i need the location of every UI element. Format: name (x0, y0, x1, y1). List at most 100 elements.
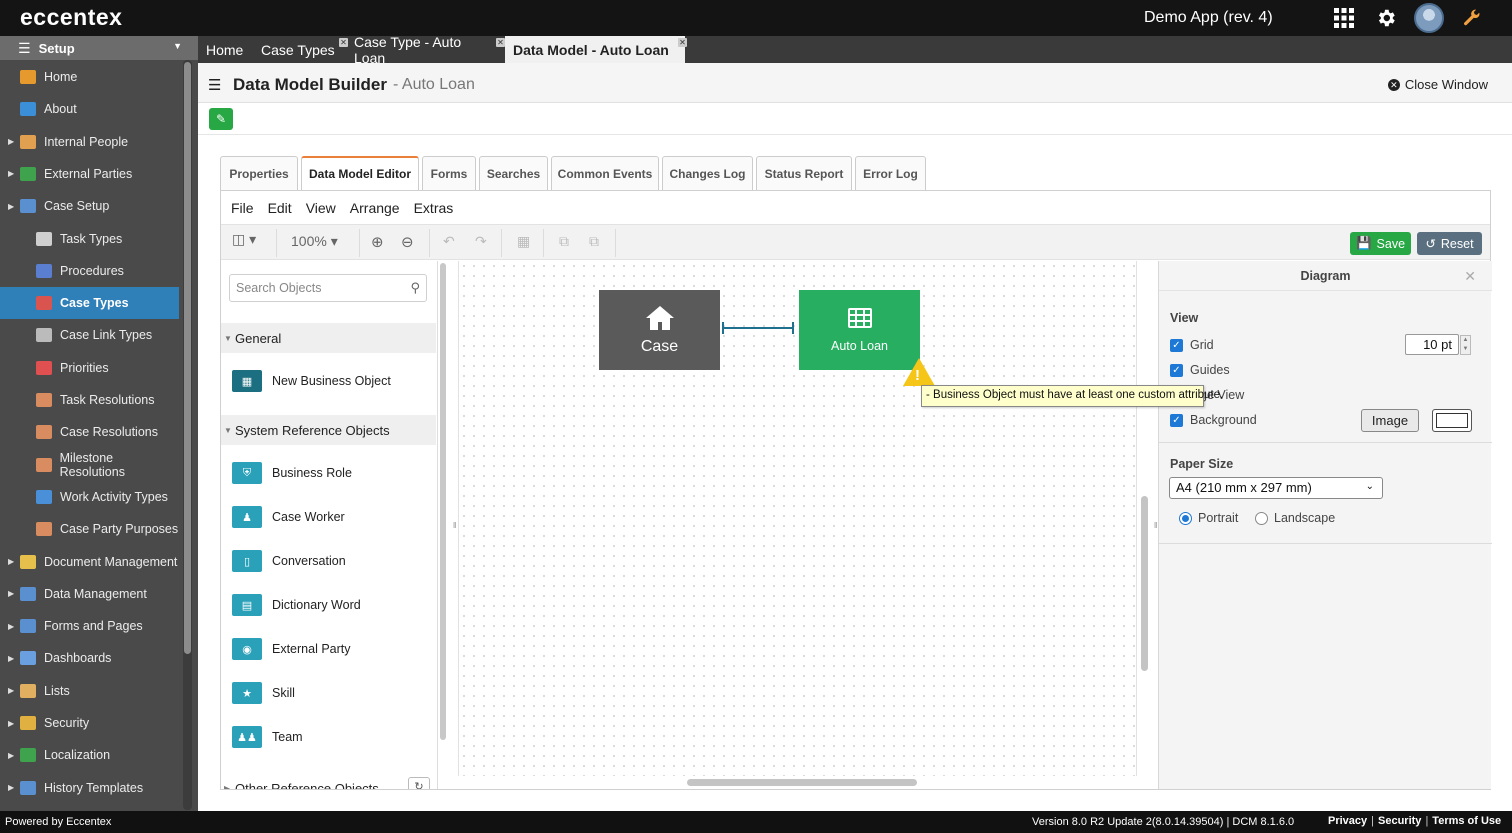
sidebar-item-case-link-types[interactable]: Case Link Types (0, 319, 179, 351)
search-objects-input[interactable]: Search Objects ⚲ (229, 274, 427, 302)
delete-icon[interactable]: ▦ (517, 233, 530, 250)
palette-section-system-reference-objects[interactable]: ▼ System Reference Objects (221, 415, 436, 445)
sidebar-item-internal-people[interactable]: ▶ Internal People (0, 126, 179, 158)
sidebar-item-history-templates[interactable]: ▶ History Templates (0, 772, 179, 804)
palette-section-other-reference-objects[interactable]: ▶ Other Reference Objects ↻ (221, 773, 436, 789)
background-checkbox[interactable]: ✓ Background (1170, 413, 1257, 427)
menu-extras[interactable]: Extras (414, 200, 454, 216)
diagram-canvas[interactable]: Case Auto Loan ! - Business Object must … (458, 261, 1223, 776)
sidebar-header[interactable]: ☰ Setup ▼ (0, 36, 198, 60)
guides-checkbox[interactable]: ✓ Guides (1170, 363, 1230, 377)
security-link[interactable]: Security (1378, 815, 1421, 827)
grid-apps-icon[interactable] (1330, 4, 1358, 32)
zoom-in-icon[interactable]: ⊕ (371, 233, 384, 251)
grid-checkbox[interactable]: ✓ Grid (1170, 338, 1214, 352)
brand-logo[interactable]: eccentex (20, 4, 122, 31)
sidebar-item-case-setup[interactable]: ▶ Case Setup (0, 190, 179, 222)
menu-file[interactable]: File (231, 200, 254, 216)
close-icon[interactable]: ✕ (678, 38, 687, 47)
tab-error-log[interactable]: Error Log (855, 156, 926, 190)
palette-item-case-worker[interactable]: ♟ Case Worker (221, 497, 436, 537)
close-icon[interactable]: ✕ (1464, 268, 1476, 285)
palette-item-team[interactable]: ♟♟ Team (221, 717, 436, 757)
chevron-right-icon[interactable]: ▶ (8, 654, 14, 663)
to-front-icon[interactable]: ⧉ (559, 233, 569, 250)
tab-properties[interactable]: Properties (220, 156, 298, 190)
chevron-right-icon[interactable]: ▶ (8, 589, 14, 598)
sidebar-item-data-management[interactable]: ▶ Data Management (0, 578, 179, 610)
sidebar-item-case-party-purposes[interactable]: Case Party Purposes (0, 513, 179, 545)
sidebar-item-home[interactable]: Home (0, 61, 179, 93)
sidebar-scrollbar[interactable] (184, 62, 191, 654)
sidebar-item-work-activity-types[interactable]: Work Activity Types (0, 481, 179, 513)
palette-item-new-business-object[interactable]: ▦ New Business Object (221, 361, 436, 401)
palette-item-dictionary-word[interactable]: ▤ Dictionary Word (221, 585, 436, 625)
sidebar-item-task-types[interactable]: Task Types (0, 223, 179, 255)
background-color-swatch[interactable] (1432, 409, 1472, 432)
avatar[interactable] (1414, 3, 1444, 33)
chevron-right-icon[interactable]: ▶ (8, 783, 14, 792)
tab-forms[interactable]: Forms (422, 156, 476, 190)
sidebar-item-task-resolutions[interactable]: Task Resolutions (0, 384, 179, 416)
canvas-horizontal-scrollbar[interactable] (687, 779, 917, 786)
chevron-right-icon[interactable]: ▶ (8, 169, 14, 178)
sidebar-item-priorities[interactable]: Priorities (0, 352, 179, 384)
menu-view[interactable]: View (306, 200, 336, 216)
diagram-node-case[interactable]: Case (599, 290, 720, 370)
splitter-handle[interactable]: ‖ (453, 521, 456, 530)
sidebar-item-lists[interactable]: ▶ Lists (0, 675, 179, 707)
palette-item-business-role[interactable]: ⛨ Business Role (221, 453, 436, 493)
palette-item-skill[interactable]: ★ Skill (221, 673, 436, 713)
landscape-radio[interactable]: Landscape (1255, 511, 1335, 525)
canvas-vertical-scrollbar[interactable] (1141, 496, 1148, 671)
menu-arrange[interactable]: Arrange (350, 200, 400, 216)
tab-searches[interactable]: Searches (479, 156, 548, 190)
redo-icon[interactable]: ↷ (475, 233, 487, 250)
sidebar-item-document-management[interactable]: ▶ Document Management (0, 546, 179, 578)
to-back-icon[interactable]: ⧉ (589, 233, 599, 250)
relationship-connector[interactable] (722, 322, 794, 334)
tab-changes-log[interactable]: Changes Log (662, 156, 753, 190)
grid-size-input[interactable]: 10 pt (1405, 334, 1459, 355)
sidebar-item-case-types[interactable]: Case Types (0, 287, 179, 320)
zoom-out-icon[interactable]: ⊖ (401, 233, 414, 251)
sidebar-item-milestone-resolutions[interactable]: Milestone Resolutions (0, 449, 179, 481)
sidebar-item-external-parties[interactable]: ▶ External Parties (0, 158, 179, 190)
close-icon[interactable]: ✕ (496, 38, 505, 47)
menu-edit[interactable]: Edit (268, 200, 292, 216)
terms-link[interactable]: Terms of Use (1432, 815, 1501, 827)
sidebar-item-dashboards[interactable]: ▶ Dashboards (0, 642, 179, 674)
splitter-handle[interactable]: ‖ (1154, 521, 1157, 530)
tab-case-type-auto-loan[interactable]: Case Type - Auto Loan ✕ (346, 34, 505, 66)
tab-data-model-editor[interactable]: Data Model Editor (301, 156, 419, 190)
chevron-right-icon[interactable]: ▶ (8, 686, 14, 695)
gear-icon[interactable] (1372, 4, 1400, 32)
chevron-right-icon[interactable]: ▶ (8, 751, 14, 760)
sidebar-item-security[interactable]: ▶ Security (0, 707, 179, 739)
palette-item-conversation[interactable]: ▯ Conversation (221, 541, 436, 581)
chevron-right-icon[interactable]: ▶ (8, 622, 14, 631)
diagram-node-auto-loan[interactable]: Auto Loan (799, 290, 920, 370)
save-button[interactable]: 💾 Save (1350, 232, 1411, 255)
refresh-icon[interactable]: ↻ (408, 777, 430, 789)
paper-size-select[interactable]: A4 (210 mm x 297 mm) ⌄ (1169, 477, 1383, 499)
layout-panels-icon[interactable]: ◫ ▾ (232, 231, 256, 248)
tab-common-events[interactable]: Common Events (551, 156, 659, 190)
palette-scrollbar[interactable] (440, 263, 446, 740)
chevron-right-icon[interactable]: ▶ (8, 719, 14, 728)
chevron-right-icon[interactable]: ▶ (8, 557, 14, 566)
portrait-radio[interactable]: Portrait (1179, 511, 1238, 525)
sidebar-item-localization[interactable]: ▶ Localization (0, 739, 179, 771)
palette-section-general[interactable]: ▼ General (221, 323, 436, 353)
reset-button[interactable]: ↺ Reset (1417, 232, 1482, 255)
chevron-right-icon[interactable]: ▶ (8, 202, 14, 211)
undo-icon[interactable]: ↶ (443, 233, 455, 250)
tab-status-report[interactable]: Status Report (756, 156, 852, 190)
privacy-link[interactable]: Privacy (1328, 815, 1367, 827)
close-window-button[interactable]: ✕ Close Window (1387, 77, 1488, 92)
image-button[interactable]: Image (1361, 409, 1419, 432)
sidebar-item-procedures[interactable]: Procedures (0, 255, 179, 287)
wrench-icon[interactable] (1458, 4, 1486, 32)
tab-data-model-auto-loan[interactable]: Data Model - Auto Loan ✕ (505, 36, 687, 63)
palette-item-external-party[interactable]: ◉ External Party (221, 629, 436, 669)
